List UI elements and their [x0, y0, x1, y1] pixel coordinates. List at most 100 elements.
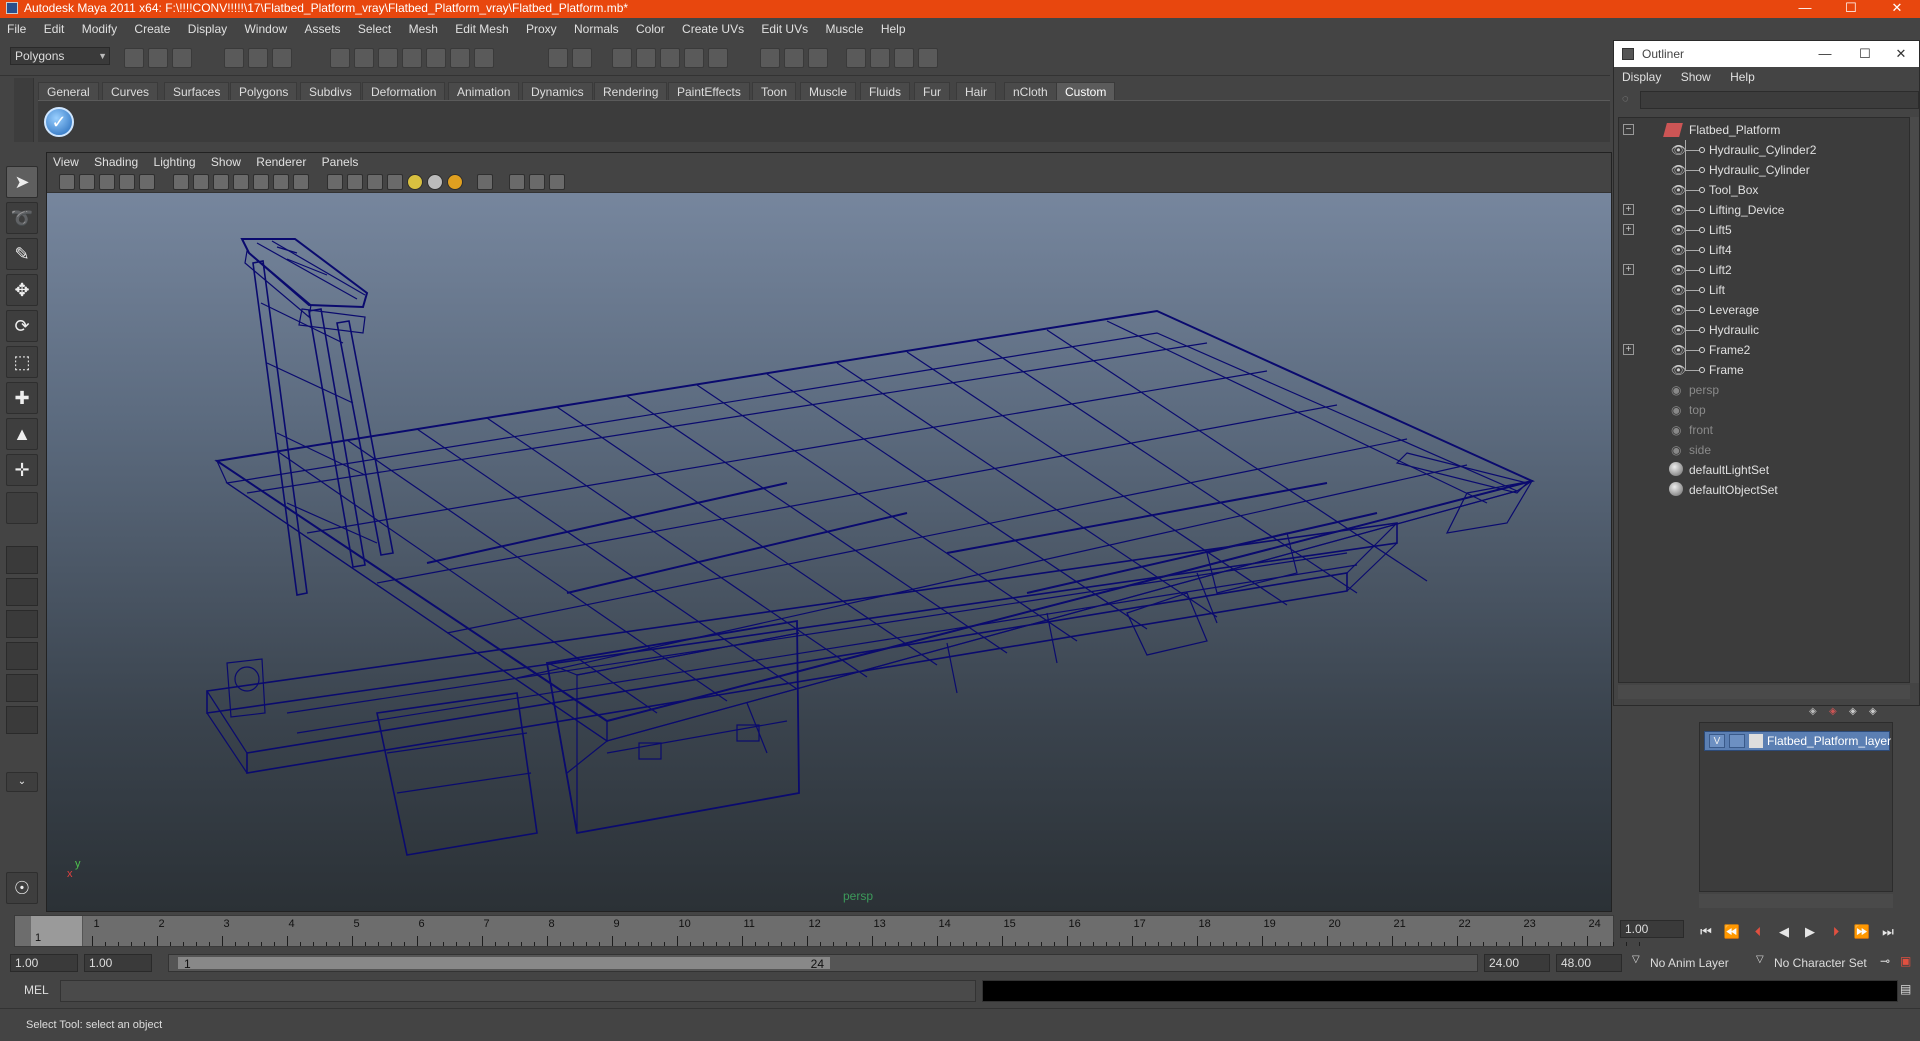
outliner-item-child[interactable]: + 👁 Lift5	[1619, 220, 1909, 240]
snap-curve-icon[interactable]	[354, 48, 374, 68]
expand-icon[interactable]: +	[1623, 224, 1634, 235]
wireframe-icon[interactable]	[327, 174, 343, 190]
menu-muscle[interactable]: Muscle	[818, 18, 870, 40]
outliner-item-camera[interactable]: ◉ top	[1619, 400, 1909, 420]
shelf-tab-rendering[interactable]: Rendering	[594, 82, 668, 100]
new-layer-selected-icon[interactable]: ◈	[1829, 706, 1837, 717]
menu-create[interactable]: Create	[127, 18, 177, 40]
menu-color[interactable]: Color	[629, 18, 672, 40]
xray-joints-icon[interactable]	[529, 174, 545, 190]
menu-select[interactable]: Select	[351, 18, 398, 40]
shelf-tab-fur[interactable]: Fur	[914, 82, 950, 100]
persp-graph-hypergraph-layout-icon[interactable]	[6, 706, 38, 734]
outliner-item-child[interactable]: 👁 Hydraulic_Cylinder2	[1619, 140, 1909, 160]
menu-mesh[interactable]: Mesh	[402, 18, 445, 40]
character-set-label[interactable]: No Character Set	[1774, 956, 1867, 970]
single-perspective-layout-icon[interactable]	[6, 546, 38, 574]
outliner-menu-display[interactable]: Display	[1614, 67, 1669, 87]
outliner-item-child[interactable]: 👁 Frame	[1619, 360, 1909, 380]
last-tool-slot[interactable]	[6, 492, 38, 524]
expand-icon[interactable]: +	[1623, 264, 1634, 275]
auto-key-icon[interactable]: ⊸	[1880, 954, 1890, 968]
viewport-menu-renderer[interactable]: Renderer	[250, 153, 312, 171]
viewport-menu-show[interactable]: Show	[205, 153, 247, 171]
outliner-menu-help[interactable]: Help	[1722, 67, 1763, 87]
shelf-tab-ncloth[interactable]: nCloth	[1004, 82, 1057, 100]
safe-title-icon[interactable]	[293, 174, 309, 190]
time-slider-track[interactable]: 1 1 2 3 4 5 6 7 8 9 10 11 12 13 14 15 16 17 18 19 20 21 22 23 2…	[14, 915, 1640, 947]
shelf-handle[interactable]	[14, 78, 34, 142]
outliner-item-set[interactable]: defaultObjectSet	[1619, 480, 1909, 500]
persp-graph-layout-icon[interactable]	[6, 642, 38, 670]
playback-end-field[interactable]: 24.00	[1484, 954, 1550, 972]
select-object-icon[interactable]	[248, 48, 268, 68]
four-view-layout-icon[interactable]	[6, 578, 38, 606]
expand-icon[interactable]: +	[1623, 344, 1634, 355]
resolution-gate-icon[interactable]	[213, 174, 229, 190]
command-language-label[interactable]: MEL	[24, 983, 49, 997]
select-tool-icon[interactable]: ➤	[6, 166, 38, 198]
wireframe-on-shaded-icon[interactable]	[367, 174, 383, 190]
viewport-menu-view[interactable]: View	[47, 153, 85, 171]
move-tool-icon[interactable]: ✥	[6, 274, 38, 306]
go-to-start-icon[interactable]: ⏮	[1696, 924, 1716, 940]
menu-display[interactable]: Display	[181, 18, 234, 40]
viewport-menu-panels[interactable]: Panels	[316, 153, 365, 171]
flatbed-platform-wireframe[interactable]	[47, 193, 1612, 911]
field-chart-icon[interactable]	[253, 174, 269, 190]
render-view-icon[interactable]	[708, 48, 728, 68]
menu-edit[interactable]: Edit	[37, 18, 72, 40]
shelf-tab-muscle[interactable]: Muscle	[800, 82, 857, 100]
outliner-item-child[interactable]: 👁 Hydraulic	[1619, 320, 1909, 340]
outliner-item-child[interactable]: 👁 Leverage	[1619, 300, 1909, 320]
outliner-item-camera[interactable]: ◉ front	[1619, 420, 1909, 440]
viewport-menu-lighting[interactable]: Lighting	[148, 153, 202, 171]
outliner-item-child[interactable]: 👁 Lift	[1619, 280, 1909, 300]
filter-icon[interactable]: ◌	[1622, 93, 1629, 105]
universal-manipulator-icon[interactable]: ✚	[6, 382, 38, 414]
outliner-toggle-icon[interactable]	[870, 48, 890, 68]
perspective-viewport[interactable]: View Shading Lighting Show Renderer Pane…	[46, 152, 1612, 912]
render-frame-icon[interactable]	[612, 48, 632, 68]
layer-type-toggle[interactable]	[1729, 734, 1745, 748]
save-scene-icon[interactable]	[172, 48, 192, 68]
snap-grid-icon[interactable]	[330, 48, 350, 68]
display-layer-list[interactable]: V Flatbed_Platform_layer	[1699, 722, 1893, 892]
paint-select-tool-icon[interactable]: ✎	[6, 238, 38, 270]
end-time-field[interactable]: 48.00	[1556, 954, 1622, 972]
isolate-select-icon[interactable]	[477, 174, 493, 190]
textured-icon[interactable]	[387, 174, 403, 190]
layout-chevron-icon[interactable]: ⌄	[6, 772, 38, 792]
playback-start-field[interactable]: 1.00	[84, 954, 152, 972]
persp-outliner-layout-icon[interactable]	[6, 610, 38, 638]
maximize-button[interactable]: ☐	[1828, 0, 1874, 18]
menu-assets[interactable]: Assets	[298, 18, 348, 40]
shelf-tab-polygons[interactable]: Polygons	[230, 82, 298, 100]
image-plane-icon[interactable]	[119, 174, 135, 190]
character-set-dropdown-arrow[interactable]: ▽	[1756, 954, 1764, 965]
two-d-pan-icon[interactable]	[139, 174, 155, 190]
new-scene-icon[interactable]	[124, 48, 144, 68]
outliner-item-child[interactable]: 👁 Lift4	[1619, 240, 1909, 260]
hypershade-icon[interactable]	[684, 48, 704, 68]
outliner-tree[interactable]: − Flatbed_Platform 👁 Hydraulic_Cylinder2…	[1618, 117, 1910, 683]
range-slider-handle[interactable]: 1 24	[177, 956, 831, 971]
shelf-tab-fluids[interactable]: Fluids	[860, 82, 911, 100]
move-layer-down-icon[interactable]: ◈	[1869, 706, 1877, 717]
shelf-tab-deformation[interactable]: Deformation	[362, 82, 446, 100]
help-icon[interactable]	[474, 48, 494, 68]
shelf-tab-toon[interactable]: Toon	[752, 82, 797, 100]
range-slider[interactable]: 1 24	[168, 954, 1478, 972]
snap-plane-icon[interactable]	[402, 48, 422, 68]
step-back-key-icon[interactable]: ⏴	[1748, 924, 1768, 940]
select-hierarchy-icon[interactable]	[224, 48, 244, 68]
menu-window[interactable]: Window	[237, 18, 294, 40]
outliner-item-child[interactable]: + 👁 Frame2	[1619, 340, 1909, 360]
quick-layout-icon[interactable]: ☉	[6, 872, 38, 904]
animation-preferences-icon[interactable]: ▣	[1900, 954, 1911, 968]
layer-visibility-toggle[interactable]: V	[1709, 734, 1725, 748]
outliner-item-child[interactable]: 👁 Tool_Box	[1619, 180, 1909, 200]
default-lighting-icon[interactable]	[407, 174, 423, 190]
menu-normals[interactable]: Normals	[567, 18, 626, 40]
shelf-tab-animation[interactable]: Animation	[448, 82, 520, 100]
